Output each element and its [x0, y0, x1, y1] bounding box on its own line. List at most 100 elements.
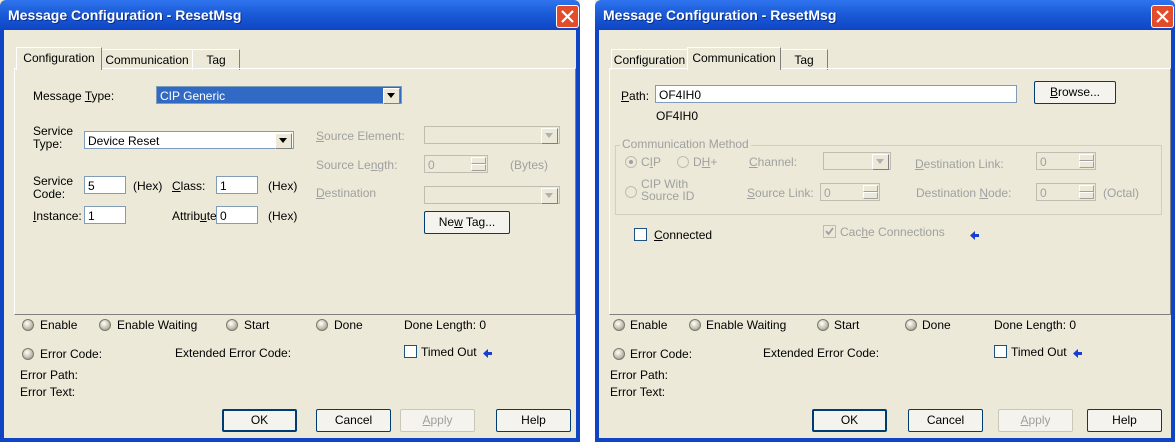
instance-label: Instance: [33, 209, 82, 223]
error-path-label: Error Path: [20, 368, 79, 382]
tab-configuration[interactable]: Configuration [16, 47, 102, 70]
title-bar[interactable]: Message Configuration - ResetMsg [0, 0, 580, 30]
tab-communication[interactable]: Communication [101, 49, 193, 70]
connected-checkbox[interactable] [634, 228, 647, 241]
blue-arrow-icon [970, 229, 979, 240]
destination-link-spinner[interactable]: 0 [1036, 152, 1096, 170]
combo-arrow-icon [872, 154, 889, 170]
new-tag-button[interactable]: New Tag... [424, 211, 510, 234]
timed-out-label: Timed Out [421, 345, 477, 359]
extended-error-code-label: Extended Error Code: [763, 346, 880, 360]
path-label: Path: [621, 89, 650, 103]
spin-arrow-icon [1079, 154, 1094, 168]
done-label: Done [922, 318, 951, 332]
start-lamp-icon [817, 319, 829, 331]
close-button[interactable] [556, 5, 579, 28]
path-input[interactable]: OF4IH0 [655, 85, 1017, 103]
instance-input[interactable]: 1 [84, 206, 126, 224]
window-title: Message Configuration - ResetMsg [8, 7, 242, 23]
enable-waiting-lamp-icon [99, 319, 111, 331]
bytes-label: (Bytes) [510, 158, 549, 172]
destination-link-label: Destination Link: [915, 157, 1004, 171]
cip-radio[interactable] [625, 156, 637, 168]
enable-label: Enable [40, 318, 78, 332]
enable-lamp-icon [613, 319, 625, 331]
tab-tag[interactable]: Tag [192, 49, 240, 70]
tab-configuration[interactable]: Configuration [611, 49, 688, 70]
close-button[interactable] [1151, 5, 1174, 28]
spin-arrow-icon [1079, 185, 1094, 199]
message-type-select[interactable]: CIP Generic [156, 86, 402, 104]
channel-label: Channel: [749, 155, 798, 169]
path-resolved: OF4IH0 [656, 109, 699, 123]
browse-button[interactable]: Browse... [1034, 81, 1116, 104]
error-code-lamp-icon [22, 348, 34, 360]
blue-arrow-icon [1073, 347, 1082, 358]
start-label: Start [834, 318, 860, 332]
hex-label: (Hex) [268, 209, 298, 223]
error-path-label: Error Path: [610, 368, 669, 382]
error-code-lamp-icon [613, 348, 625, 360]
source-link-spinner[interactable]: 0 [820, 183, 880, 201]
help-button[interactable]: Help [496, 409, 571, 432]
spin-arrow-icon [471, 157, 486, 171]
done-lamp-icon [905, 319, 917, 331]
service-code-input[interactable]: 5 [84, 176, 126, 194]
cancel-button[interactable]: Cancel [908, 409, 983, 432]
source-length-spinner[interactable]: 0 [424, 155, 488, 173]
message-type-label: Message Type: [33, 89, 115, 103]
done-label: Done [334, 318, 363, 332]
source-length-label: Source Length: [316, 158, 398, 172]
octal-label: (Octal) [1103, 186, 1139, 200]
extended-error-code-label: Extended Error Code: [175, 346, 292, 360]
hex-label: (Hex) [133, 179, 163, 193]
title-bar[interactable]: Message Configuration - ResetMsg [595, 0, 1175, 30]
cancel-button[interactable]: Cancel [316, 409, 391, 432]
destination-label: Destination [316, 186, 377, 200]
ok-button[interactable]: OK [812, 409, 887, 432]
service-type-label: Service Type: [33, 124, 74, 151]
cip-with-source-id-label: CIP With Source ID [641, 177, 695, 203]
right-dialog: Message Configuration - ResetMsg Configu… [595, 0, 1175, 442]
help-button[interactable]: Help [1087, 409, 1162, 432]
combo-arrow-icon [383, 88, 400, 104]
done-lamp-icon [316, 319, 328, 331]
service-code-label: Service Code: [33, 174, 74, 201]
done-length: Done Length: 0 [404, 318, 487, 332]
timed-out-checkbox[interactable] [994, 345, 1007, 358]
enable-waiting-label: Enable Waiting [117, 318, 198, 332]
dh-plus-radio[interactable] [677, 156, 689, 168]
destination-node-spinner[interactable]: 0 [1036, 183, 1096, 201]
start-lamp-icon [226, 319, 238, 331]
service-type-select[interactable]: Device Reset [84, 131, 294, 149]
tab-communication[interactable]: Communication [687, 47, 781, 70]
left-dialog: Message Configuration - ResetMsg Configu… [0, 0, 580, 442]
error-code-label: Error Code: [40, 347, 103, 361]
enable-lamp-icon [22, 319, 34, 331]
timed-out-checkbox[interactable] [404, 345, 417, 358]
enable-label: Enable [630, 318, 668, 332]
destination-select[interactable] [424, 186, 560, 204]
combo-arrow-icon [275, 133, 292, 149]
start-label: Start [244, 318, 270, 332]
source-element-select[interactable] [424, 126, 560, 144]
class-label: Class: [172, 179, 206, 193]
apply-button[interactable]: Apply [400, 409, 475, 432]
error-text-label: Error Text: [610, 385, 666, 399]
source-element-label: Source Element: [316, 129, 405, 143]
enable-waiting-lamp-icon [689, 319, 701, 331]
tab-tag[interactable]: Tag [780, 49, 828, 70]
cip-with-source-id-radio[interactable] [625, 186, 637, 198]
enable-waiting-label: Enable Waiting [706, 318, 787, 332]
apply-button[interactable]: Apply [998, 409, 1073, 432]
cache-connections-checkbox[interactable] [823, 225, 836, 238]
cache-connections-label: Cache Connections [840, 225, 945, 239]
class-input[interactable]: 1 [216, 176, 258, 194]
cip-label: CIP [641, 155, 662, 169]
ok-button[interactable]: OK [222, 409, 297, 432]
channel-select[interactable] [823, 152, 891, 170]
combo-arrow-icon [541, 128, 558, 144]
destination-node-label: Destination Node: [916, 186, 1012, 200]
done-length: Done Length: 0 [994, 318, 1077, 332]
attribute-input[interactable]: 0 [216, 206, 258, 224]
